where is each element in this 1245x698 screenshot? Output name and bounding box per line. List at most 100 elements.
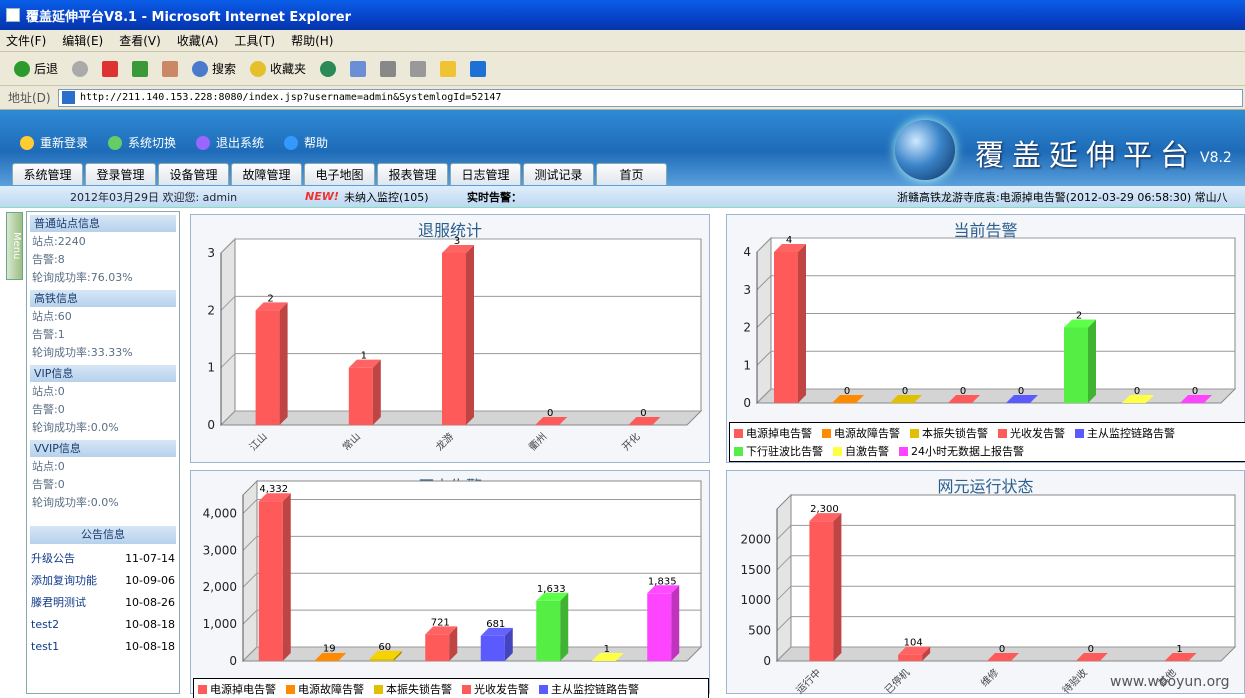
bar <box>255 310 280 425</box>
chart-outage: 0 1 2 3 2 江山 1 常山 3 龙游 0 衢州 0 开化 <box>207 236 703 454</box>
legend-label: 自激告警 <box>845 445 889 458</box>
forward-button[interactable] <box>68 59 92 79</box>
back-button[interactable]: 后退 <box>10 58 62 79</box>
switch-system-link[interactable]: 系统切换 <box>108 134 176 151</box>
announce-title-text[interactable]: test2 <box>31 614 59 636</box>
y-tick-label: 2000 <box>740 532 771 546</box>
legend-label: 主从监控链路告警 <box>551 683 639 696</box>
side-menu-toggle[interactable]: Menu <box>6 212 23 280</box>
chart-history-alarm: 0 1,000 2,000 3,000 4,000 4,332 19 60 721 681 1,63… <box>203 479 703 668</box>
history-icon <box>320 60 337 77</box>
legend-item: 本振失锁告警 <box>910 425 988 441</box>
logout-link[interactable]: 退出系统 <box>196 134 264 151</box>
tab-device[interactable]: 设备管理 <box>158 163 229 185</box>
chart-current-alarm-panel: 当前告警 0123440000200 电源掉电告警 电源故障告警 本振失锁告警 … <box>726 214 1245 463</box>
legend-item: 本振失锁告警 <box>374 681 452 697</box>
announce-item[interactable]: 升级公告 11-07-14 <box>27 548 179 570</box>
y-tick-label: 500 <box>748 624 771 638</box>
announce-item[interactable]: test2 10-08-18 <box>27 614 179 636</box>
legend-item: 主从监控链路告警 <box>539 681 639 697</box>
ie-page-icon <box>6 8 20 22</box>
bar-side <box>372 359 381 425</box>
section-vvip-title: VVIP信息 <box>30 440 176 457</box>
x-tick-label: 江山 <box>247 431 270 454</box>
stop-button[interactable] <box>98 59 122 79</box>
legend-swatch <box>822 428 831 438</box>
help-link[interactable]: 帮助 <box>284 134 328 151</box>
edit-button[interactable] <box>406 59 430 79</box>
data-label: 2,300 <box>810 504 839 515</box>
relogin-label: 重新登录 <box>40 136 89 150</box>
home-button[interactable] <box>158 59 182 79</box>
section-normal-line: 站点:2240 <box>32 235 86 248</box>
announce-title-text[interactable]: test1 <box>31 636 59 658</box>
data-label: 1 <box>361 351 367 362</box>
menu-favorites[interactable]: 收藏(A) <box>177 32 219 49</box>
legend-label: 电源故障告警 <box>298 683 364 696</box>
menu-view[interactable]: 查看(V) <box>119 32 161 49</box>
messenger-button[interactable] <box>436 59 460 79</box>
tab-log[interactable]: 日志管理 <box>450 163 521 185</box>
print-button[interactable] <box>376 59 400 79</box>
announce-item[interactable]: test1 10-08-18 <box>27 636 179 658</box>
legend-swatch <box>286 684 295 694</box>
tab-map[interactable]: 电子地图 <box>304 163 375 185</box>
data-label: 2 <box>267 293 273 304</box>
window-titlebar: 覆盖延伸平台V8.1 - Microsoft Internet Explorer <box>0 0 1245 30</box>
address-input[interactable]: http://211.140.153.228:8080/index.jsp?us… <box>58 88 1243 107</box>
bar-side <box>671 585 680 661</box>
legend-item: 光收发告警 <box>998 425 1065 441</box>
favorites-button[interactable]: 收藏夹 <box>246 58 310 79</box>
y-tick-label: 3,000 <box>203 543 237 557</box>
section-hsr-title: 高铁信息 <box>30 290 176 307</box>
data-label: 0 <box>1134 386 1140 397</box>
edit-icon <box>410 60 427 77</box>
tab-test[interactable]: 测试记录 <box>523 163 594 185</box>
legend-label: 光收发告警 <box>1010 427 1065 440</box>
y-tick-label: 2 <box>743 321 751 335</box>
back-arrow-icon <box>14 60 30 77</box>
announce-title-text[interactable]: 滕君明测试 <box>31 592 86 614</box>
announce-item[interactable]: 添加复询功能 10-09-06 <box>27 570 179 592</box>
unmanaged-link[interactable]: 未纳入监控(105) <box>344 189 429 205</box>
legend-swatch <box>734 428 743 438</box>
legend-label: 下行驻波比告警 <box>746 445 823 458</box>
tab-login[interactable]: 登录管理 <box>85 163 156 185</box>
menu-help[interactable]: 帮助(H) <box>291 32 333 49</box>
x-tick-label: 待验收 <box>1060 666 1090 695</box>
tab-fault[interactable]: 故障管理 <box>231 163 302 185</box>
data-label: 0 <box>999 644 1005 655</box>
search-button[interactable]: 搜索 <box>188 58 240 79</box>
mail-button[interactable] <box>346 59 370 79</box>
search-label: 搜索 <box>212 62 237 76</box>
brand-title: 覆盖延伸平台 <box>975 138 1198 172</box>
announce-title-text[interactable]: 添加复询功能 <box>31 570 97 592</box>
alarm-marquee[interactable]: 浙赣高铁龙游寺底袁:电源掉电告警(2012-03-29 06:58:30) 常山… <box>897 189 1245 205</box>
ie-link-button[interactable] <box>466 59 490 79</box>
data-label: 4,332 <box>259 484 288 495</box>
bar <box>425 634 450 661</box>
page-icon <box>62 91 75 104</box>
date-welcome: 2012年03月29日 欢迎您: admin <box>70 190 238 204</box>
data-label: 0 <box>547 408 553 419</box>
tab-system[interactable]: 系统管理 <box>12 163 83 185</box>
legend-swatch <box>998 428 1007 438</box>
announce-item[interactable]: 滕君明测试 10-08-26 <box>27 592 179 614</box>
watermark: www.wooyun.org <box>1110 674 1230 690</box>
relogin-link[interactable]: 重新登录 <box>20 134 88 151</box>
tab-home[interactable]: 首页 <box>596 163 667 185</box>
menu-edit[interactable]: 编辑(E) <box>62 32 103 49</box>
chart-back-wall <box>790 494 1236 648</box>
y-tick-label: 1,000 <box>203 617 237 631</box>
refresh-button[interactable] <box>128 59 152 79</box>
menu-tools[interactable]: 工具(T) <box>234 32 275 49</box>
legend-label: 电源故障告警 <box>834 427 900 440</box>
tab-report[interactable]: 报表管理 <box>377 163 448 185</box>
data-label: 3 <box>454 236 460 247</box>
section-hsr-line: 轮询成功率:33.33% <box>32 346 133 359</box>
announce-title-text[interactable]: 升级公告 <box>31 548 75 570</box>
history-button[interactable] <box>316 59 340 79</box>
bar-side <box>560 592 569 661</box>
legend-swatch <box>910 428 919 438</box>
menu-file[interactable]: 文件(F) <box>6 32 46 49</box>
